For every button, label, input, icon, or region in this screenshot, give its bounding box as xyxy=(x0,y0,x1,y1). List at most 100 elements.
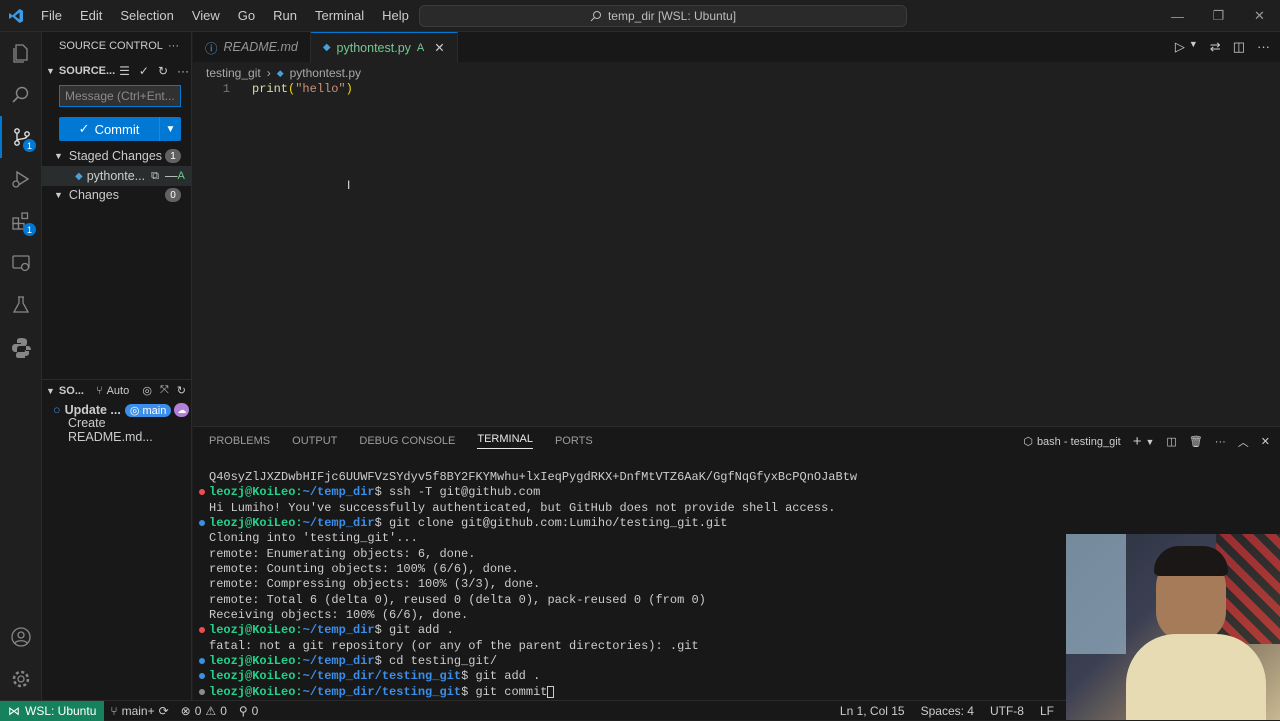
prompt-user: leozj@KoiLeo xyxy=(209,623,296,638)
maximize-panel-icon[interactable]: ︿ xyxy=(1238,434,1249,450)
split-editor-icon[interactable]: ◫ xyxy=(1233,39,1245,55)
menu-item-view[interactable]: View xyxy=(183,0,229,32)
staged-changes-group[interactable]: ▼ Staged Changes 1 xyxy=(42,146,192,166)
branch-auto-icon[interactable]: ⑂ xyxy=(96,385,103,397)
chevron-down-icon[interactable]: ▼ xyxy=(1189,39,1198,55)
explorer-icon[interactable] xyxy=(0,32,42,74)
view-as-list-icon[interactable]: ☰ xyxy=(119,64,130,78)
tab-pythontest[interactable]: ◆ pythontest.py A ✕ xyxy=(310,32,458,62)
code-line[interactable]: 1 print("hello") xyxy=(193,82,1280,98)
restore-icon[interactable]: ❐ xyxy=(1198,0,1239,32)
terminal-bash-icon: ⬡ xyxy=(1023,436,1033,448)
chevron-down-icon[interactable]: ▼ xyxy=(46,386,55,396)
line-ending[interactable]: LF xyxy=(1034,704,1060,718)
check-icon: ✓ xyxy=(78,121,90,136)
commit-dropdown-chevron-icon[interactable]: ▼ xyxy=(159,117,181,141)
tab-label: pythontest.py xyxy=(336,40,411,55)
prompt-path: ~/temp_dir/testing_git xyxy=(302,684,462,699)
python-icon[interactable] xyxy=(0,326,42,368)
split-terminal-icon[interactable]: ◫ xyxy=(1166,435,1176,448)
cursor-position[interactable]: Ln 1, Col 15 xyxy=(834,704,911,718)
prompt-user: leozj@KoiLeo xyxy=(209,516,296,531)
panel-tab-ports[interactable]: PORTS xyxy=(555,435,593,447)
more-actions-icon[interactable]: ··· xyxy=(1257,39,1270,55)
panel-tab-problems[interactable]: PROBLEMS xyxy=(209,435,270,447)
new-terminal-icon[interactable]: + xyxy=(1133,433,1142,450)
menu-item-terminal[interactable]: Terminal xyxy=(306,0,373,32)
menu-item-help[interactable]: Help xyxy=(373,0,418,32)
chevron-down-icon[interactable]: ▼ xyxy=(46,66,55,76)
problems-status[interactable]: ⊗ 0 ⚠ 0 xyxy=(175,704,233,718)
command-status-dot-icon xyxy=(199,673,205,680)
account-icon[interactable] xyxy=(0,616,42,658)
editor-tabs: ⓘ README.md ◆ pythontest.py A ✕ xyxy=(193,32,1280,62)
extensions-icon[interactable]: 1 xyxy=(0,200,42,242)
activity-bar: 1 1 xyxy=(0,32,42,700)
remote-explorer-icon[interactable] xyxy=(0,242,42,284)
staged-file-item[interactable]: ◆ pythonte... ⧉ — A xyxy=(42,166,192,186)
prompt-command: git clone git@github.com:Lumiho/testing_… xyxy=(389,516,728,531)
indentation[interactable]: Spaces: 4 xyxy=(915,704,980,718)
run-icon[interactable]: ▷ xyxy=(1175,39,1185,55)
close-window-icon[interactable]: ✕ xyxy=(1239,0,1280,32)
target-icon[interactable]: ◎ xyxy=(142,384,152,397)
ports-count: 0 xyxy=(251,703,259,718)
prompt-command: git add . xyxy=(389,623,454,638)
menu-item-selection[interactable]: Selection xyxy=(111,0,182,32)
close-tab-icon[interactable]: ✕ xyxy=(434,40,444,55)
source-control-icon[interactable]: 1 xyxy=(0,116,42,158)
more-actions-icon[interactable]: ··· xyxy=(168,40,179,52)
open-changes-icon[interactable]: ⇄ xyxy=(1210,39,1221,55)
branch-name: main xyxy=(142,404,167,417)
commit-node-icon: ○ xyxy=(53,403,61,417)
menu-item-run[interactable]: Run xyxy=(264,0,306,32)
branch-status[interactable]: ⑂ main+ ⟳ xyxy=(104,704,174,718)
terminal-name[interactable]: bash - testing_git xyxy=(1037,436,1121,448)
auto-label[interactable]: Auto xyxy=(107,385,130,397)
fetch-icon[interactable]: ⤧ xyxy=(160,384,169,397)
minimize-icon[interactable]: — xyxy=(1157,0,1198,32)
changes-group[interactable]: ▼ Changes 0 xyxy=(42,185,192,205)
menu-item-go[interactable]: Go xyxy=(229,0,264,32)
code-text[interactable]: print("hello") xyxy=(252,82,353,98)
encoding[interactable]: UTF-8 xyxy=(984,704,1030,718)
unstage-icon[interactable]: — xyxy=(165,169,178,183)
commit-message-input[interactable]: Message (Ctrl+Ent... xyxy=(59,85,181,107)
run-debug-icon[interactable] xyxy=(0,158,42,200)
graph-item-label: Create README.md... xyxy=(68,416,153,444)
testing-icon[interactable] xyxy=(0,284,42,326)
commit-button-group: ✓ Commit ▼ xyxy=(59,117,181,141)
extensions-badge: 1 xyxy=(23,223,36,236)
open-file-icon[interactable]: ⧉ xyxy=(151,170,159,183)
scm-section-title[interactable]: SOURCE... xyxy=(59,65,115,77)
graph-item[interactable]: Create README.md... xyxy=(42,416,192,444)
close-panel-icon[interactable]: ✕ xyxy=(1261,435,1270,448)
more-icon[interactable]: ··· xyxy=(177,64,189,78)
panel-tab-debug-console[interactable]: DEBUG CONSOLE xyxy=(359,435,455,447)
breadcrumb-folder[interactable]: testing_git xyxy=(206,66,261,80)
commit-button[interactable]: ✓ Commit xyxy=(59,117,159,141)
tab-readme[interactable]: ⓘ README.md xyxy=(193,32,311,62)
commit-check-icon[interactable]: ✓ xyxy=(139,64,149,78)
menu-item-edit[interactable]: Edit xyxy=(71,0,111,32)
graph-section-title[interactable]: SO... xyxy=(59,385,84,397)
manage-gear-icon[interactable] xyxy=(0,658,42,700)
ports-status[interactable]: ⚲ 0 xyxy=(233,704,264,718)
refresh-icon[interactable]: ↻ xyxy=(177,384,186,397)
refresh-icon[interactable]: ↻ xyxy=(158,64,168,78)
changes-label: Changes xyxy=(68,188,119,202)
staged-file-name: pythonte... xyxy=(86,169,146,183)
command-center[interactable]: temp_dir [WSL: Ubuntu] xyxy=(419,5,907,27)
panel-tab-output[interactable]: OUTPUT xyxy=(292,435,337,447)
breadcrumb-file[interactable]: pythontest.py xyxy=(290,66,361,80)
more-actions-icon[interactable]: ··· xyxy=(1215,436,1226,448)
chevron-down-icon[interactable]: ▼ xyxy=(1145,437,1154,447)
search-icon[interactable] xyxy=(0,74,42,116)
trash-icon[interactable]: 🗑 xyxy=(1189,435,1203,448)
branch-icon: ⑂ xyxy=(110,703,118,718)
branch-label: main+ xyxy=(121,703,155,718)
menu-item-file[interactable]: File xyxy=(32,0,71,32)
prompt-path: ~/temp_dir xyxy=(302,654,375,669)
panel-tab-terminal[interactable]: TERMINAL xyxy=(477,433,533,449)
remote-indicator[interactable]: ⋈ WSL: Ubuntu xyxy=(0,700,105,721)
